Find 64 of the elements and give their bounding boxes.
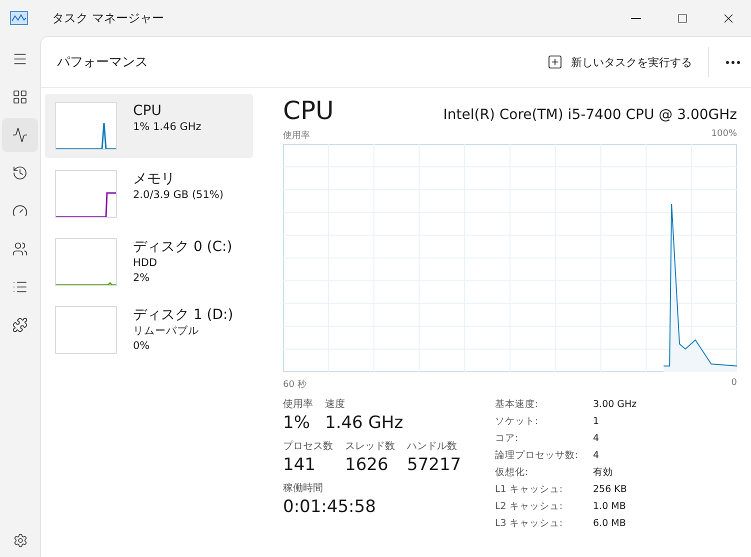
spec-label: L1 キャッシュ: xyxy=(495,483,564,497)
device-item[interactable]: ディスク 1 (D:) リムーバブル 0% xyxy=(45,298,253,362)
stat-value: 1% xyxy=(283,412,311,435)
menu-icon xyxy=(12,51,28,67)
stat-label: プロセス数 xyxy=(283,440,333,453)
device-info: 0% xyxy=(133,339,151,354)
app-icon xyxy=(10,11,28,25)
spec-value: 1.0 MB xyxy=(593,500,627,514)
device-name: CPU xyxy=(133,102,162,120)
history-icon xyxy=(12,165,28,181)
users-icon xyxy=(12,241,28,257)
spec-value: 3.00 GHz xyxy=(593,398,637,412)
stat-value: 141 xyxy=(283,454,316,477)
device-item[interactable]: ディスク 0 (C:) HDD 2% xyxy=(45,230,253,294)
pulse-icon xyxy=(12,127,28,143)
more-icon xyxy=(726,60,740,64)
cpu-model: Intel(R) Core(TM) i5-7400 CPU @ 3.00GHz xyxy=(443,107,737,123)
grid-icon xyxy=(12,89,28,105)
device-name: ディスク 0 (C:) xyxy=(133,238,232,256)
stat-value: 1626 xyxy=(345,454,390,477)
spec-value: 256 KB xyxy=(593,483,628,497)
maximize-icon xyxy=(676,12,688,24)
window-title: タスク マネージャー xyxy=(52,10,165,26)
spec-label: L3 キャッシュ: xyxy=(495,517,564,531)
stat-label: ハンドル数 xyxy=(407,440,458,453)
spec-label: コア: xyxy=(495,432,520,446)
device-name: メモリ xyxy=(133,170,176,188)
spec-label: 仮想化: xyxy=(495,466,530,480)
spec-label: L2 キャッシュ: xyxy=(495,500,564,514)
device-info: HDD xyxy=(133,256,158,271)
graph-max-label: 100% xyxy=(711,129,737,141)
graph-time-label: 60 秒 xyxy=(283,378,306,391)
stat-value: 1.46 GHz xyxy=(325,412,404,435)
page-title: パフォーマンス xyxy=(57,54,149,71)
stat-value: 0:01:45:58 xyxy=(283,496,376,519)
spec-value: 4 xyxy=(593,432,600,446)
spec-label: ソケット: xyxy=(495,415,540,429)
puzzle-icon xyxy=(12,317,28,333)
settings-icon xyxy=(12,532,28,548)
stat-label: 速度 xyxy=(325,398,346,411)
spec-label: 論理プロセッサ数: xyxy=(495,449,580,463)
run-task-button[interactable]: 新しいタスクを実行する xyxy=(537,48,702,76)
device-item[interactable]: メモリ 2.0/3.9 GB (51%) xyxy=(45,162,253,226)
spec-label: 基本速度: xyxy=(495,398,540,412)
gauge-icon xyxy=(12,203,28,219)
device-info: リムーバブル xyxy=(133,324,200,339)
add-task-icon xyxy=(547,54,563,70)
spec-value: 1 xyxy=(593,415,600,429)
detail-title: CPU xyxy=(283,96,334,125)
graph-label: 使用率 xyxy=(283,130,310,142)
spec-value: 6.0 MB xyxy=(593,517,627,531)
usage-thumbnail xyxy=(55,306,117,354)
stat-label: 稼働時間 xyxy=(283,482,324,495)
stat-label: 使用率 xyxy=(283,398,313,411)
stat-value: 57217 xyxy=(407,454,462,477)
device-item[interactable]: CPU 1% 1.46 GHz xyxy=(45,94,253,158)
device-name: ディスク 1 (D:) xyxy=(133,306,234,324)
graph-zero-label: 0 xyxy=(731,378,737,390)
spec-value: 有効 xyxy=(593,466,614,480)
spec-value: 4 xyxy=(593,449,600,463)
device-info: 2% xyxy=(133,271,151,286)
device-info: 1% 1.46 GHz xyxy=(133,120,202,135)
stat-label: スレッド数 xyxy=(345,440,395,453)
device-info: 2.0/3.9 GB (51%) xyxy=(133,188,224,203)
